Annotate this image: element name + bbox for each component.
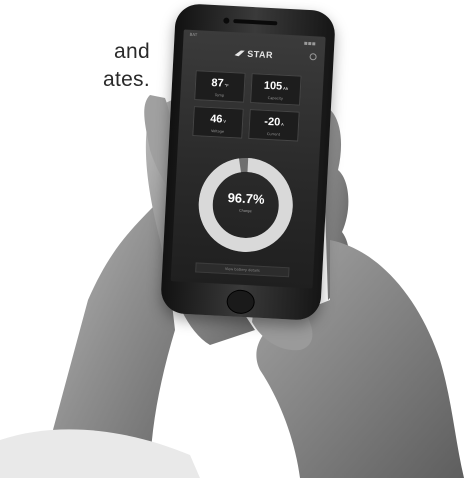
voltage-unit: V (223, 118, 227, 124)
sleeve (0, 429, 200, 478)
logo-text: STAR (246, 48, 274, 61)
voltage-tile[interactable]: 46V Voltage (192, 106, 244, 139)
capacity-label: Capacity (267, 95, 284, 101)
temperature-unit: °F (224, 82, 229, 88)
phone-screen: BAT STAR 87°F Temp 105Ah Capacity 46V Vo… (170, 29, 326, 289)
metrics-grid: 87°F Temp 105Ah Capacity 46V Voltage -20… (192, 70, 310, 146)
temperature-tile[interactable]: 87°F Temp (194, 70, 246, 103)
gear-icon[interactable] (309, 53, 317, 61)
current-unit: A (281, 121, 284, 127)
voltage-value: 46 (209, 112, 223, 126)
current-label: Current (266, 131, 281, 137)
current-value: -20 (264, 115, 281, 129)
smartphone: BAT STAR 87°F Temp 105Ah Capacity 46V Vo… (159, 3, 337, 321)
capacity-tile[interactable]: 105Ah Capacity (250, 73, 302, 106)
view-details-button[interactable]: View battery details (195, 262, 290, 278)
charge-gauge: 96.7% Charge (193, 152, 298, 257)
temperature-value: 87 (211, 76, 224, 90)
battery-icon (303, 39, 319, 46)
star-logo-icon (234, 50, 245, 57)
carrier-label: BAT (189, 31, 198, 38)
voltage-label: Voltage (210, 129, 225, 134)
capacity-value: 105 (263, 79, 283, 93)
capacity-unit: Ah (282, 85, 289, 91)
app-logo: STAR (226, 46, 281, 63)
temperature-label: Temp (214, 93, 225, 98)
current-tile[interactable]: -20A Current (248, 109, 300, 142)
